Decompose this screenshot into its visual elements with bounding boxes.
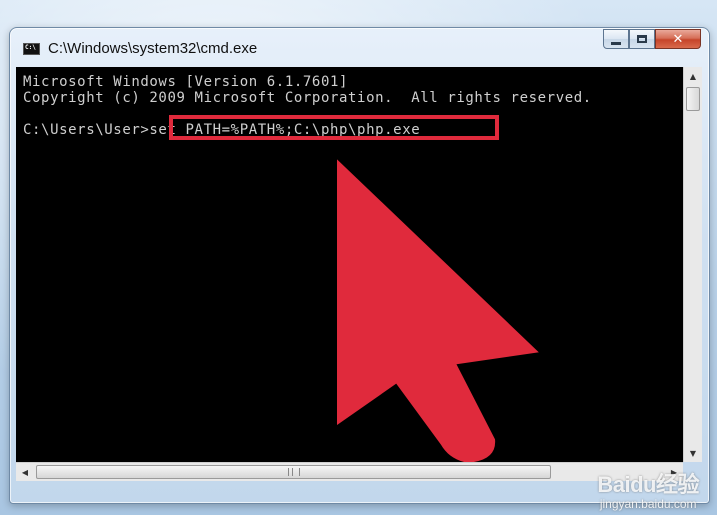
close-button[interactable]: ✕	[655, 29, 701, 49]
horizontal-scroll-thumb[interactable]	[36, 465, 551, 479]
horizontal-scrollbar[interactable]: ◀ ▶	[16, 462, 683, 481]
scroll-up-button[interactable]: ▲	[685, 68, 701, 84]
scroll-down-button[interactable]: ▼	[685, 445, 701, 461]
vertical-scrollbar[interactable]: ▲ ▼	[683, 67, 702, 462]
scroll-left-icon: ◀	[21, 467, 29, 477]
minimize-icon	[611, 41, 621, 45]
vertical-scroll-thumb[interactable]	[686, 87, 700, 111]
scroll-left-button[interactable]: ◀	[17, 464, 33, 480]
watermark-url: jingyan.baidu.com	[599, 497, 697, 511]
scroll-down-icon: ▼	[689, 448, 697, 458]
title-bar[interactable]: C:\ C:\Windows\system32\cmd.exe ✕	[10, 28, 709, 68]
caption-buttons: ✕	[603, 29, 701, 51]
console-output[interactable]: Microsoft Windows [Version 6.1.7601] Cop…	[16, 67, 683, 462]
grip-icon	[287, 468, 300, 476]
watermark: Baidu经验 jingyan.baidu.com	[597, 467, 699, 511]
cmd-window: C:\ C:\Windows\system32\cmd.exe ✕ Micros…	[9, 27, 710, 504]
close-icon: ✕	[672, 31, 684, 47]
cmd-icon-glyph: C:\	[25, 44, 36, 51]
window-title: C:\Windows\system32\cmd.exe	[48, 40, 258, 57]
maximize-icon	[637, 35, 647, 43]
cmd-icon: C:\	[23, 43, 40, 55]
minimize-button[interactable]	[603, 29, 629, 49]
pointer-arrow-icon	[335, 154, 544, 462]
watermark-logo: Baidu经验	[597, 472, 699, 497]
scroll-up-icon: ▲	[689, 71, 697, 81]
maximize-button[interactable]	[629, 29, 655, 49]
